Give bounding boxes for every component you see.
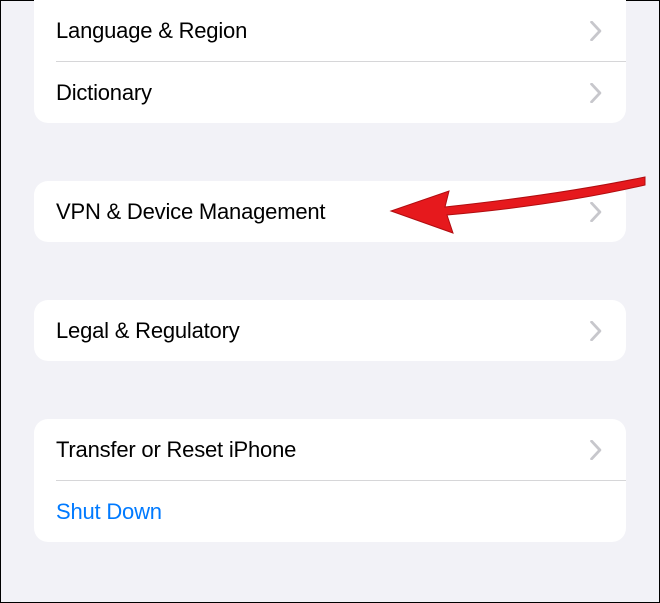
row-legal-regulatory[interactable]: Legal & Regulatory <box>34 300 626 361</box>
chevron-right-icon <box>590 21 602 41</box>
section-vpn: VPN & Device Management <box>34 181 626 242</box>
row-language-region[interactable]: Language & Region <box>34 0 626 61</box>
row-transfer-reset[interactable]: Transfer or Reset iPhone <box>34 419 626 480</box>
chevron-right-icon <box>590 440 602 460</box>
row-shut-down[interactable]: Shut Down <box>34 481 626 542</box>
label-vpn-device-management: VPN & Device Management <box>56 199 325 225</box>
label-shut-down: Shut Down <box>56 499 162 525</box>
section-general: Language & Region Dictionary <box>34 0 626 123</box>
chevron-right-icon <box>590 83 602 103</box>
section-legal: Legal & Regulatory <box>34 300 626 361</box>
row-dictionary[interactable]: Dictionary <box>34 62 626 123</box>
section-reset: Transfer or Reset iPhone Shut Down <box>34 419 626 542</box>
settings-content: Language & Region Dictionary VPN & Devic… <box>1 0 659 542</box>
chevron-right-icon <box>590 202 602 222</box>
label-legal-regulatory: Legal & Regulatory <box>56 318 240 344</box>
label-transfer-reset: Transfer or Reset iPhone <box>56 437 296 463</box>
label-dictionary: Dictionary <box>56 80 152 106</box>
row-vpn-device-management[interactable]: VPN & Device Management <box>34 181 626 242</box>
label-language-region: Language & Region <box>56 18 247 44</box>
chevron-right-icon <box>590 321 602 341</box>
